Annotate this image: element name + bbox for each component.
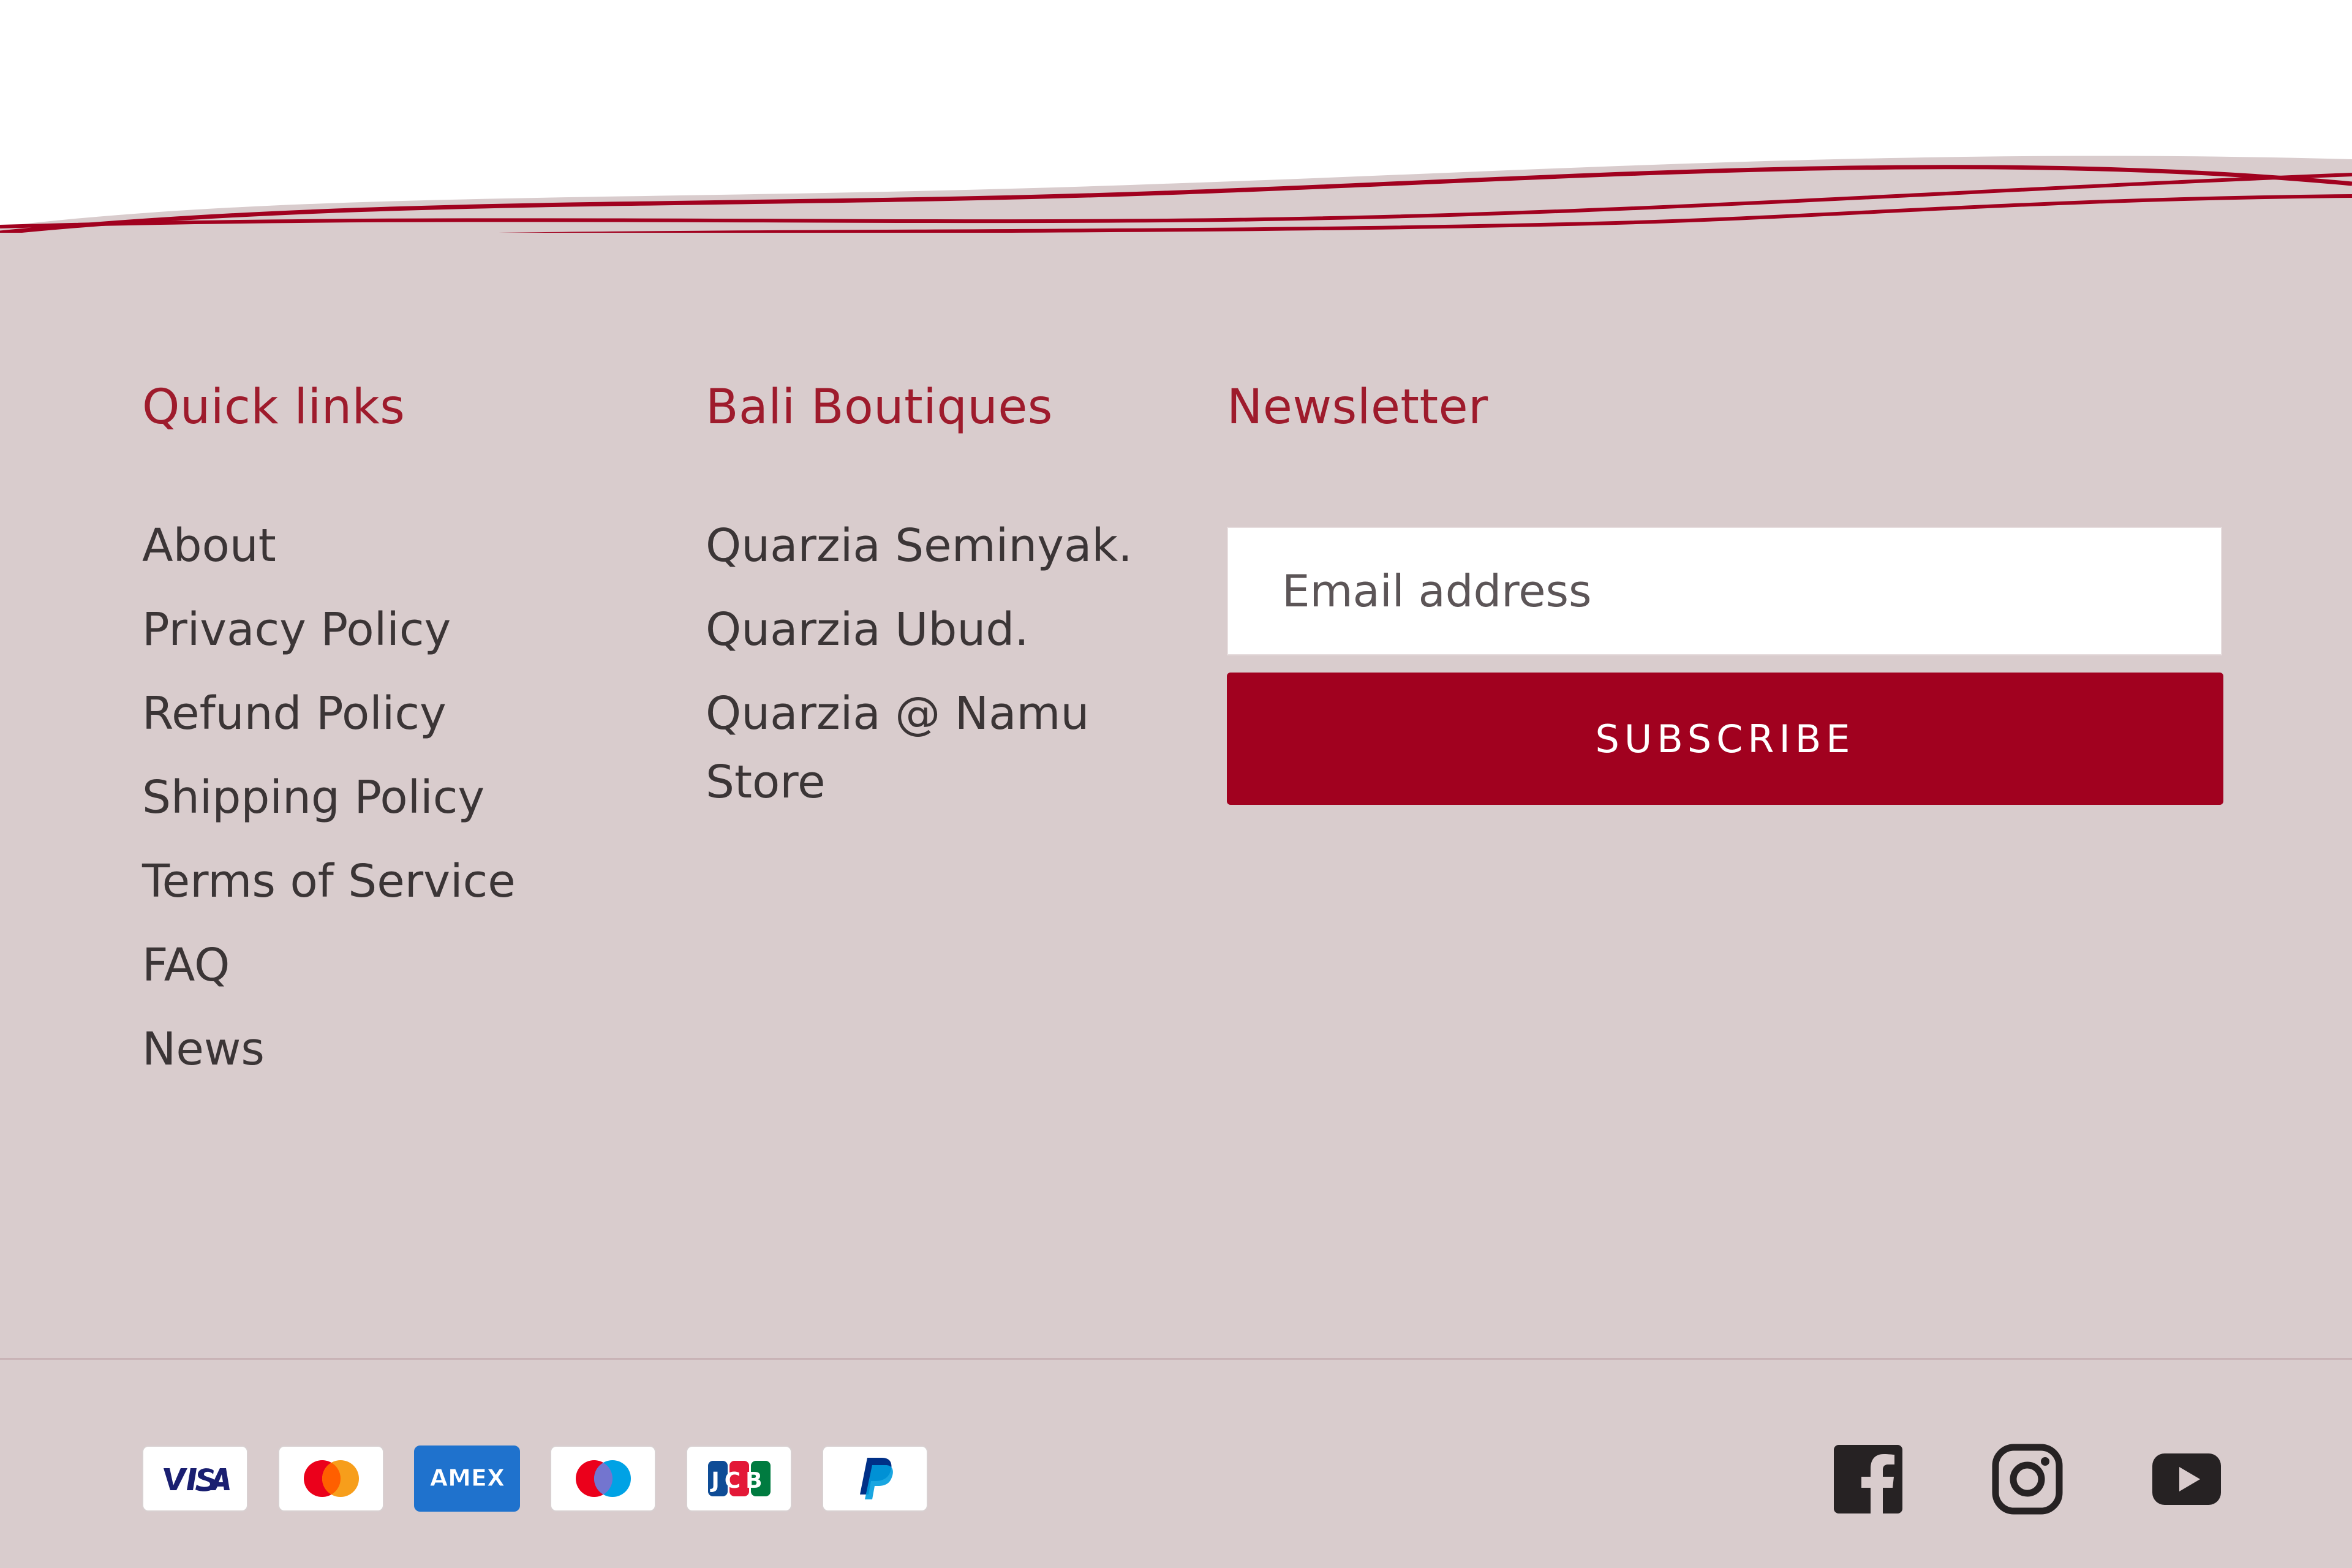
social-links [1831,1442,2223,1516]
jcb-icon: JCB [686,1446,792,1512]
footer-link-quarzia-namu-store[interactable]: Quarzia @ Namu Store [706,679,1134,816]
payment-methods: AMEX JCB [142,1446,928,1513]
instagram-icon[interactable] [1991,1442,2064,1516]
footer-link-news[interactable]: News [142,1015,608,1084]
footer-link-about[interactable]: About [142,511,608,580]
facebook-icon[interactable] [1831,1442,1905,1516]
newsletter-email-input[interactable] [1227,527,2222,655]
mastercard-icon [278,1446,384,1512]
footer-link-quarzia-seminyak[interactable]: Quarzia Seminyak. [706,511,1134,580]
footer-link-faq[interactable]: FAQ [142,931,608,1000]
footer-link-terms-of-service[interactable]: Terms of Service [142,847,608,916]
footer-link-privacy-policy[interactable]: Privacy Policy [142,595,608,664]
bali-boutiques-list: Quarzia Seminyak. Quarzia Ubud. Quarzia … [706,511,1134,832]
quick-links-list: About Privacy Policy Refund Policy Shipp… [142,511,608,1099]
amex-text: AMEX [429,1464,504,1491]
newsletter-heading: Newsletter [1227,380,1488,435]
footer-link-quarzia-ubud[interactable]: Quarzia Ubud. [706,595,1134,664]
bali-boutiques-heading: Bali Boutiques [706,380,1053,435]
jcb-text: JCB [709,1468,767,1493]
maestro-icon [550,1446,656,1512]
subscribe-button[interactable]: SUBSCRIBE [1227,673,2223,805]
visa-icon [142,1446,248,1512]
footer-divider [0,1358,2352,1360]
quick-links-heading: Quick links [142,380,405,435]
amex-icon: AMEX [414,1446,520,1512]
paypal-icon [822,1446,928,1512]
footer-link-shipping-policy[interactable]: Shipping Policy [142,763,608,832]
footer-link-refund-policy[interactable]: Refund Policy [142,679,608,748]
youtube-icon[interactable] [2150,1442,2223,1516]
